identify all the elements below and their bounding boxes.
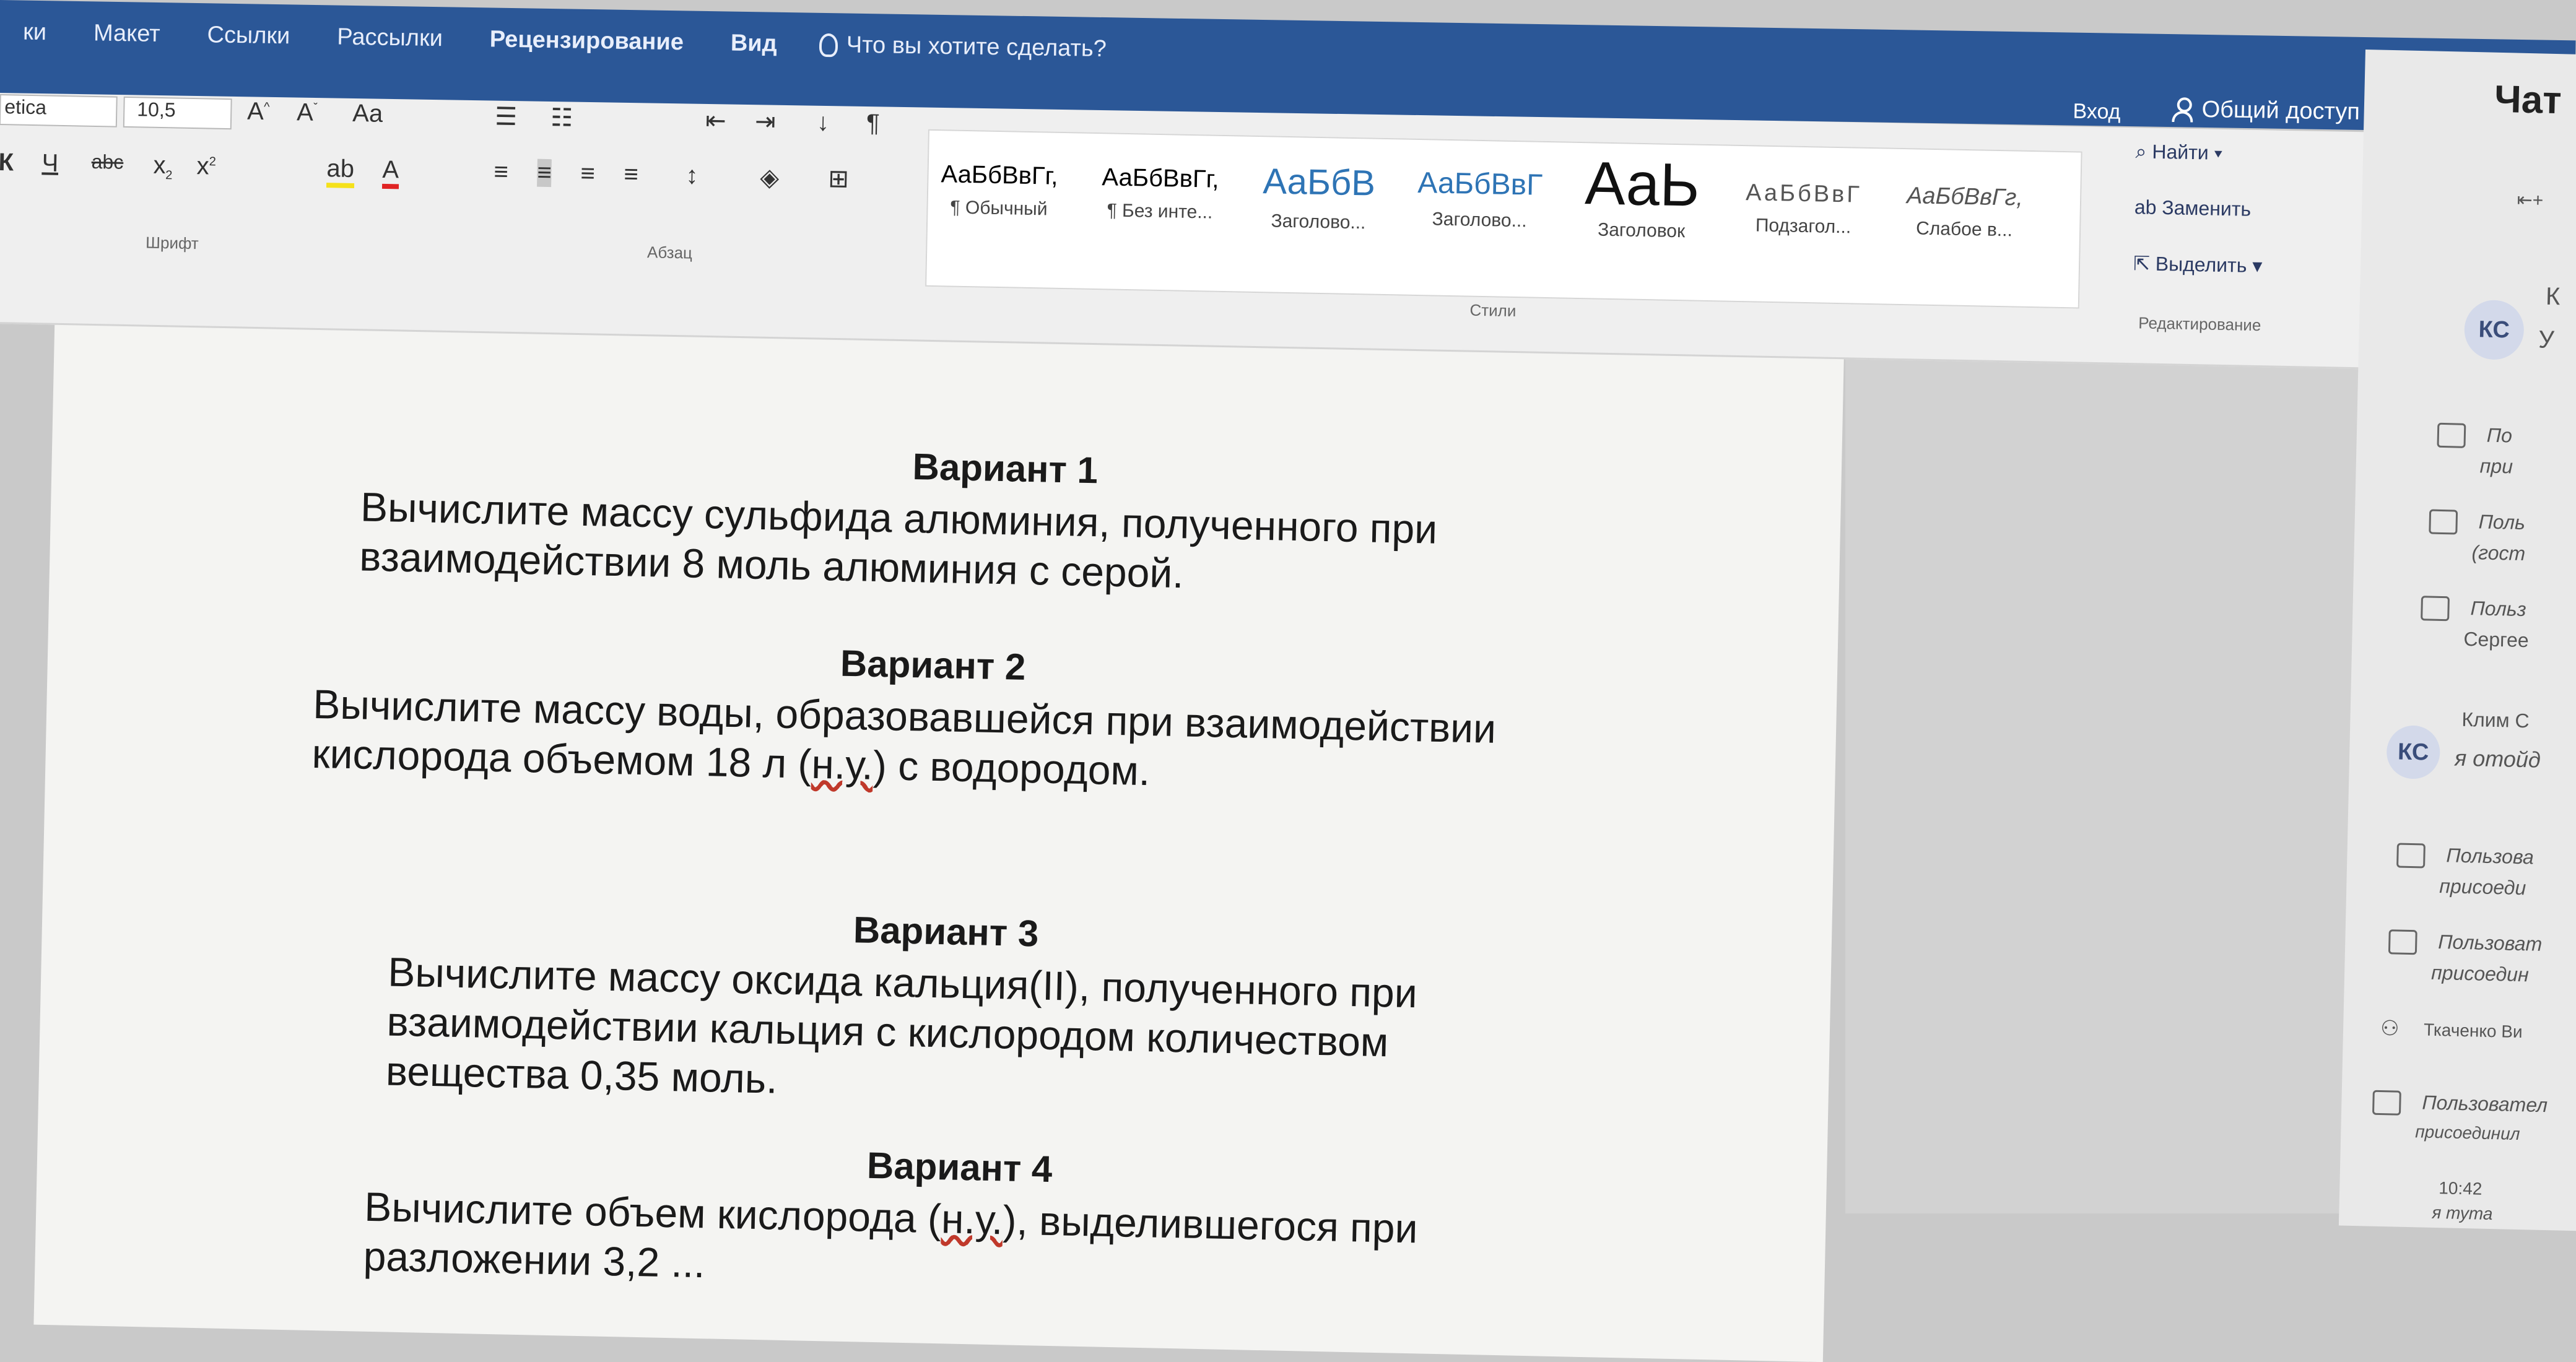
replace-button[interactable]: ab Заменить — [2134, 196, 2252, 221]
sort-button[interactable]: ↓ — [817, 108, 830, 136]
font-size-select[interactable]: 10,5 — [123, 96, 232, 130]
variant-line: вещества 0,35 моль. — [385, 1048, 778, 1102]
chat-notice: Поль — [2478, 510, 2526, 534]
editing-group-label: Редактирование — [2138, 313, 2261, 335]
variant-heading: Вариант 3 — [853, 909, 1039, 955]
variant-heading: Вариант 2 — [840, 642, 1026, 688]
style-heading-1[interactable]: АаБбВ Заголово... — [1262, 160, 1376, 233]
font-color-button[interactable]: A — [381, 155, 399, 189]
strikethrough-button[interactable]: abc — [91, 150, 123, 174]
chat-message-icon — [2388, 929, 2417, 955]
chat-notice: Пользова — [2446, 844, 2535, 869]
superscript-button[interactable]: x2 — [196, 152, 216, 181]
chat-notice: Ткаченко Ви — [2423, 1020, 2523, 1042]
shading-button[interactable]: ◈ — [760, 163, 780, 193]
tell-me-text: Что вы хотите сделать? — [846, 32, 1107, 63]
numbering-button[interactable]: ☷ — [550, 103, 573, 132]
styles-gallery[interactable]: АаБбВвГг, ¶ Обычный АаБбВвГг, ¶ Без инте… — [925, 129, 2082, 309]
chat-message-icon — [2421, 596, 2450, 622]
search-icon: ⌕ — [2135, 140, 2152, 163]
find-button[interactable]: ⌕ Найти ▾ — [2135, 140, 2222, 165]
font-name-select[interactable]: etica — [0, 93, 118, 128]
change-case-button[interactable]: Aa — [352, 100, 383, 128]
highlight-color-button[interactable]: ab — [326, 155, 355, 189]
increase-indent-button[interactable]: ⇥ — [755, 107, 776, 136]
tell-me-search[interactable]: Что вы хотите сделать? — [800, 31, 1107, 63]
avatar[interactable]: КС — [2386, 725, 2441, 780]
chat-notice: Пользоват — [2437, 930, 2543, 955]
align-right-button[interactable]: ≡ — [580, 160, 595, 188]
ribbon: etica 10,5 A^ Aˇ Aa К Ч abc x2 x2 ab A Ш… — [0, 87, 2390, 370]
style-subtitle[interactable]: АаБбВвГ Подзагол... — [1745, 180, 1862, 238]
style-title[interactable]: АаЬ Заголовок — [1584, 148, 1700, 243]
chat-notice-sub: присоедин — [2430, 961, 2530, 986]
chat-timestamp: 10:42 — [2438, 1178, 2482, 1199]
document-page[interactable]: Вариант 1 Вычислите массу сульфида алюми… — [33, 272, 1845, 1362]
chat-notice: Польз — [2470, 597, 2526, 621]
share-label: Общий доступ — [2201, 96, 2361, 125]
spellcheck-mark[interactable]: н.у. — [811, 741, 874, 788]
tab-mailings[interactable]: Рассылки — [313, 24, 466, 53]
replace-icon: ab — [2134, 196, 2162, 219]
chat-sender: К — [2545, 282, 2561, 311]
select-button[interactable]: ⇱ Выделить ▾ — [2133, 251, 2263, 277]
tab-layout[interactable]: Макет — [70, 20, 184, 48]
chat-message-icon — [2429, 509, 2458, 535]
styles-group-label: Стили — [1469, 300, 1516, 321]
pilcrow-button[interactable]: ¶ — [866, 110, 880, 137]
chat-title: Чат — [2494, 77, 2562, 123]
chat-panel: Чат ⇤+ КС К У По при Поль (гост Польз Се… — [2338, 50, 2576, 1232]
grow-font-button[interactable]: A^ — [247, 98, 270, 126]
tab-home[interactable]: ки — [0, 19, 70, 46]
lightbulb-icon — [819, 33, 838, 57]
spellcheck-mark[interactable]: н.у. — [941, 1195, 1003, 1243]
chat-notice: Пользовател — [2422, 1091, 2548, 1117]
chat-notice-sub: (гост — [2471, 541, 2526, 565]
bullets-button[interactable]: ☰ — [495, 102, 518, 131]
decrease-indent-button[interactable]: ⇤ — [705, 106, 726, 136]
chat-message: У — [2538, 326, 2555, 354]
style-heading-2[interactable]: АаБбВвГ Заголово... — [1417, 166, 1543, 232]
user-joined-icon: ⚇ — [2380, 1016, 2400, 1041]
person-icon — [2172, 97, 2193, 123]
align-left-button[interactable]: ≡ — [494, 158, 508, 186]
underline-button[interactable]: Ч — [41, 149, 59, 178]
line-spacing-button[interactable]: ↕ — [685, 162, 698, 189]
chat-sender: Клим С — [2461, 708, 2530, 732]
chat-message-icon — [2396, 843, 2426, 869]
shrink-font-button[interactable]: Aˇ — [297, 98, 318, 127]
chat-notice-sub: Сергее — [2463, 627, 2530, 652]
variant-heading: Вариант 4 — [866, 1144, 1053, 1191]
variant-heading: Вариант 1 — [912, 446, 1099, 492]
chat-notice-sub: присоединил — [2415, 1122, 2520, 1144]
chat-notice: По — [2486, 423, 2513, 447]
subscript-button[interactable]: x2 — [153, 152, 173, 183]
chat-message: я тута — [2432, 1202, 2493, 1224]
document-background — [1845, 285, 2365, 1213]
tab-references[interactable]: Ссылки — [183, 22, 313, 50]
variant-line: разложении 3,2 ... — [363, 1233, 706, 1286]
paragraph-group-label: Абзац — [646, 243, 693, 262]
style-subtle-emphasis[interactable]: АаБбВвГг, Слабое в... — [1906, 183, 2024, 241]
chat-notice-sub: присоеди — [2439, 875, 2526, 900]
chat-message: я отойд — [2454, 745, 2541, 773]
justify-button[interactable]: ≡ — [624, 160, 638, 188]
cursor-icon: ⇱ — [2133, 252, 2156, 275]
more-options-icon[interactable]: ⇤+ — [2517, 189, 2543, 212]
chat-notice-sub: при — [2479, 454, 2513, 478]
tab-review[interactable]: Рецензирование — [466, 26, 708, 56]
style-no-spacing[interactable]: АаБбВвГг, ¶ Без инте... — [1101, 163, 1219, 223]
tab-view[interactable]: Вид — [707, 30, 801, 58]
font-group-label: Шрифт — [145, 233, 199, 253]
borders-button[interactable]: ⊞ — [828, 165, 849, 194]
chat-message-icon — [2372, 1090, 2401, 1116]
style-normal[interactable]: АаБбВвГг, ¶ Обычный — [940, 160, 1058, 220]
ribbon-tabs: ки Макет Ссылки Рассылки Рецензирование … — [0, 19, 1107, 63]
share-button[interactable]: Общий доступ — [2172, 96, 2360, 126]
bold-button[interactable]: К — [0, 149, 14, 176]
login-link[interactable]: Вход — [2073, 100, 2121, 124]
avatar[interactable]: КС — [2463, 299, 2525, 360]
chat-message-icon — [2437, 422, 2466, 448]
align-center-button[interactable]: ≡ — [537, 158, 552, 188]
